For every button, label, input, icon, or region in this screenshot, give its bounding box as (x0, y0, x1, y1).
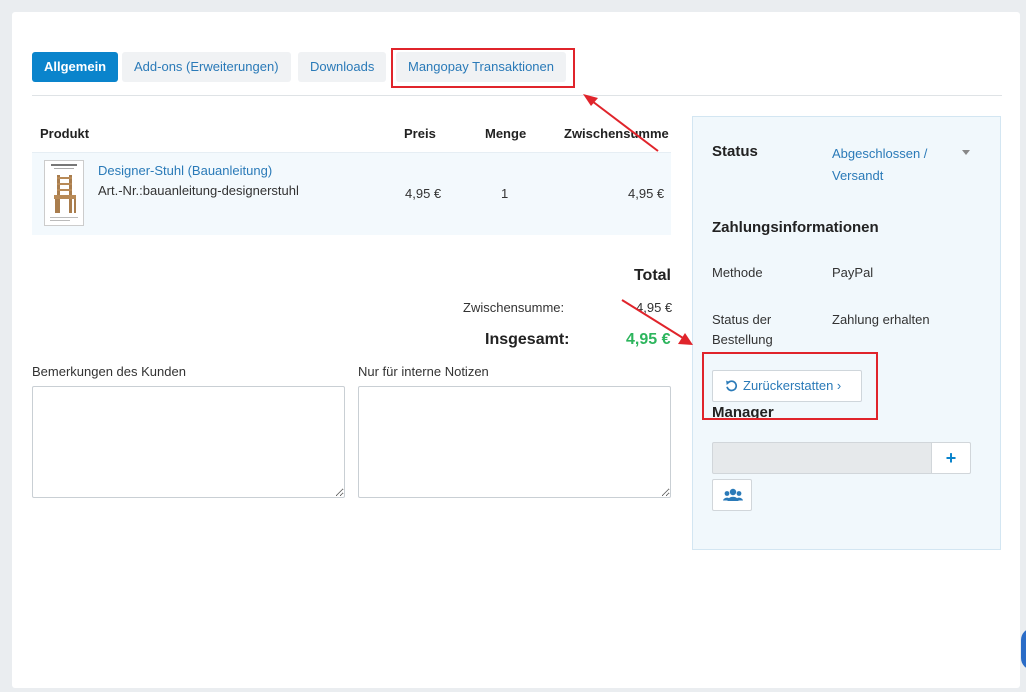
plus-icon: + (945, 448, 957, 468)
status-select-line1[interactable]: Abgeschlossen / (832, 143, 927, 165)
internal-notes-field[interactable] (358, 386, 671, 498)
add-manager-button[interactable]: + (931, 442, 971, 474)
customer-notes-label: Bemerkungen des Kunden (32, 364, 186, 379)
grand-total-label: Insgesamt: (485, 331, 570, 348)
product-sku: Art.-Nr.:bauanleitung-designerstuhl (98, 183, 299, 198)
customer-notes-field[interactable] (32, 386, 345, 498)
tab-addons[interactable]: Add-ons (Erweiterungen) (122, 52, 291, 82)
method-value: PayPal (832, 265, 874, 280)
caret-down-icon[interactable] (962, 150, 970, 155)
column-header-subtotal: Zwischensumme (564, 126, 669, 141)
manager-users-button[interactable] (712, 479, 752, 511)
status-select-line2[interactable]: Versandt (832, 165, 883, 187)
users-icon (723, 488, 743, 501)
refund-button[interactable]: Zurückerstatten › (712, 370, 862, 402)
payment-info-heading: Zahlungsinformationen (712, 219, 879, 236)
row-price: 4,95 € (405, 186, 442, 201)
internal-notes-label: Nur für interne Notizen (358, 364, 489, 379)
refund-button-label: Zurückerstatten › (743, 378, 842, 393)
grand-total-value: 4,95 € (626, 331, 671, 348)
tab-mangopay-transaktionen[interactable]: Mangopay Transaktionen (396, 52, 566, 82)
product-link[interactable]: Designer-Stuhl (Bauanleitung) (98, 163, 272, 178)
manager-input[interactable] (712, 442, 932, 474)
chat-widget-button[interactable] (1021, 628, 1026, 670)
manager-heading: Manager (712, 404, 774, 421)
column-header-qty: Menge (485, 126, 527, 141)
row-subtotal: 4,95 € (628, 186, 665, 201)
totals-title: Total (633, 267, 671, 284)
product-thumbnail[interactable] (44, 160, 84, 226)
status-heading: Status (712, 143, 758, 160)
order-status-label-line1: Status der (712, 312, 772, 327)
refresh-icon (726, 380, 738, 392)
tabs-divider (32, 95, 1002, 96)
subtotal-value: 4,95 € (636, 300, 673, 315)
method-label: Methode (712, 265, 763, 280)
order-status-value: Zahlung erhalten (832, 312, 930, 327)
tab-allgemein[interactable]: Allgemein (32, 52, 119, 82)
subtotal-label: Zwischensumme: (463, 300, 565, 315)
tab-downloads[interactable]: Downloads (298, 52, 387, 82)
column-header-price: Preis (404, 126, 436, 141)
row-qty: 1 (501, 186, 509, 201)
column-header-product: Produkt (40, 126, 90, 141)
chair-image-icon (50, 164, 78, 221)
order-status-label-line2: Bestellung (712, 332, 773, 347)
